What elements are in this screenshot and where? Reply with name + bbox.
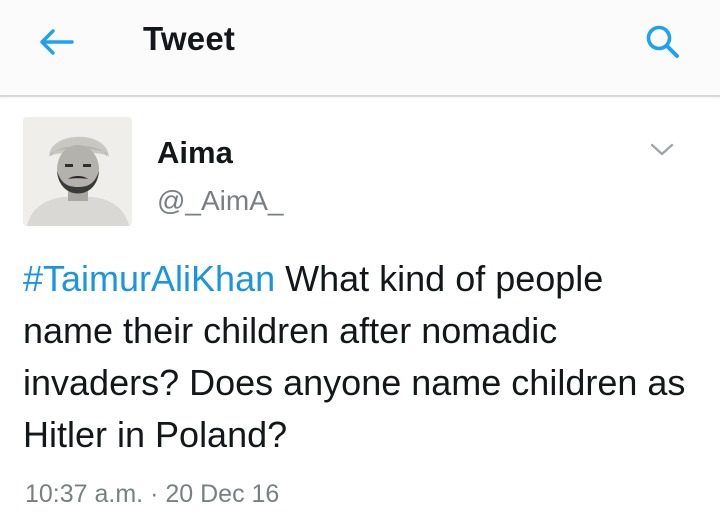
tweet-text: #TaimurAliKhan What kind of people name … <box>23 253 703 461</box>
search-button[interactable] <box>638 18 688 66</box>
top-app-bar: Tweet <box>0 0 720 97</box>
author-name[interactable]: Aima <box>157 135 233 171</box>
tweet-screen: Tweet Aima @_AimA_ #TaimurAliKhan What k… <box>0 0 720 521</box>
avatar[interactable] <box>23 117 132 226</box>
tweet-card: Aima @_AimA_ #TaimurAliKhan What kind of… <box>0 97 720 521</box>
chevron-down-icon <box>650 143 674 156</box>
hashtag-link[interactable]: #TaimurAliKhan <box>23 258 275 299</box>
arrow-left-icon <box>40 29 74 55</box>
author-handle[interactable]: @_AimA_ <box>157 185 283 217</box>
profile-photo-icon <box>23 117 132 226</box>
timestamp-separator: · <box>143 480 166 508</box>
page-title: Tweet <box>143 20 236 57</box>
tweet-time: 10:37 a.m. <box>25 480 144 508</box>
search-icon <box>646 25 679 58</box>
back-button[interactable] <box>28 20 84 64</box>
tweet-options-button[interactable] <box>644 135 680 165</box>
tweet-timestamp: 10:37 a.m. · 20 Dec 16 <box>25 480 279 509</box>
tweet-date: 20 Dec 16 <box>165 480 280 508</box>
